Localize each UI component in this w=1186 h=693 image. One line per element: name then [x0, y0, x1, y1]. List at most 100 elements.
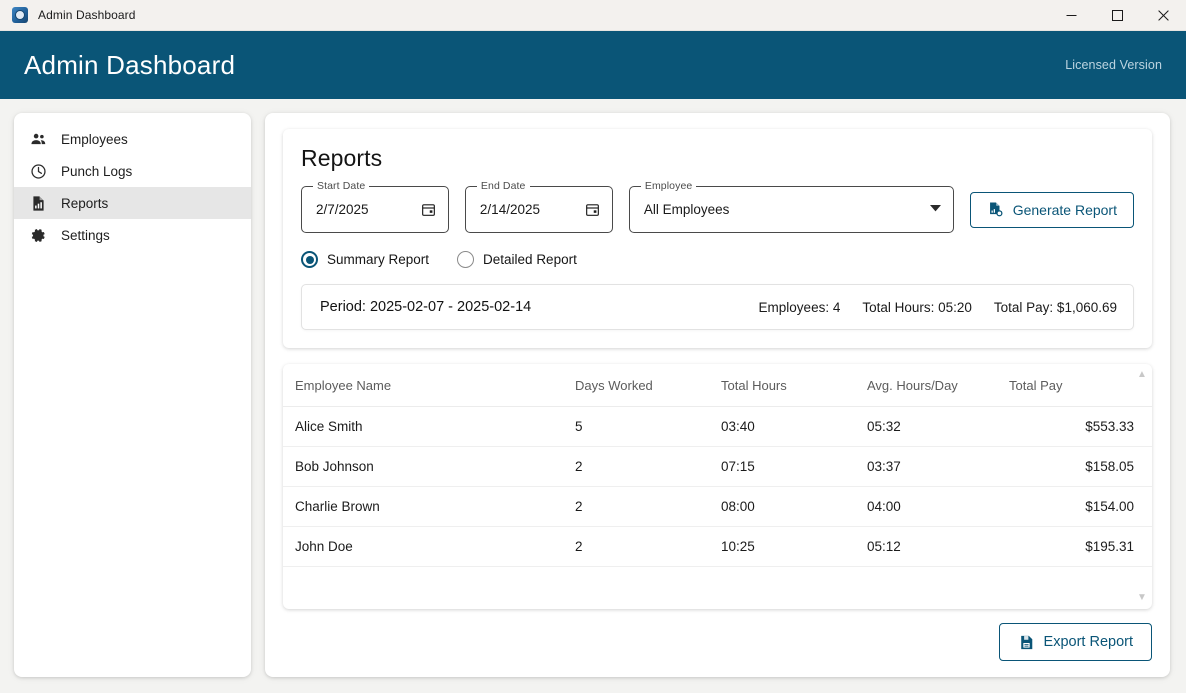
report-table: Employee Name Days Worked Total Hours Av…	[283, 364, 1152, 567]
radio-detailed-label: Detailed Report	[483, 252, 577, 267]
column-header-total-hours[interactable]: Total Hours	[721, 364, 867, 407]
cell-days-worked: 2	[575, 487, 721, 527]
summary-stats: Employees: 4 Total Hours: 05:20 Total Pa…	[759, 300, 1117, 315]
table-scrollbar[interactable]: ▲ ▼	[1135, 370, 1149, 603]
license-status: Licensed Version	[1065, 58, 1162, 72]
sidebar-item-employees[interactable]: Employees	[14, 123, 251, 155]
start-date-value: 2/7/2025	[316, 202, 421, 217]
generate-report-label: Generate Report	[1013, 202, 1117, 218]
column-header-avg-hours[interactable]: Avg. Hours/Day	[867, 364, 1009, 407]
summary-total-hours: Total Hours: 05:20	[862, 300, 972, 315]
main-content: Reports Start Date 2/7/2025	[265, 113, 1170, 677]
close-button[interactable]	[1140, 0, 1186, 31]
sidebar-item-settings[interactable]: Settings	[14, 219, 251, 251]
maximize-button[interactable]	[1094, 0, 1140, 31]
cell-total-hours: 08:00	[721, 487, 867, 527]
radio-detailed-report[interactable]: Detailed Report	[457, 251, 577, 268]
cell-employee-name: Alice Smith	[283, 407, 575, 447]
close-icon	[1158, 10, 1169, 21]
sidebar-item-label: Employees	[61, 132, 128, 147]
cell-total-pay: $553.33	[1009, 407, 1152, 447]
report-icon	[30, 195, 47, 212]
sidebar-item-reports[interactable]: Reports	[14, 187, 251, 219]
table-row[interactable]: Bob Johnson 2 07:15 03:37 $158.05	[283, 447, 1152, 487]
cell-avg-hours: 03:37	[867, 447, 1009, 487]
sidebar-item-label: Reports	[61, 196, 108, 211]
report-table-panel: Employee Name Days Worked Total Hours Av…	[283, 364, 1152, 609]
radio-indicator	[457, 251, 474, 268]
table-header-row: Employee Name Days Worked Total Hours Av…	[283, 364, 1152, 407]
filter-row: Start Date 2/7/2025 End Date 2/14/	[301, 186, 1134, 233]
page-title: Reports	[301, 145, 1134, 172]
cell-employee-name: John Doe	[283, 527, 575, 567]
export-report-button[interactable]: Export Report	[999, 623, 1152, 661]
start-date-label: Start Date	[313, 180, 369, 192]
sidebar-item-label: Punch Logs	[61, 164, 132, 179]
generate-report-icon	[987, 201, 1004, 218]
end-date-value: 2/14/2025	[480, 202, 585, 217]
clock-icon	[30, 163, 47, 180]
table-row[interactable]: Alice Smith 5 03:40 05:32 $553.33	[283, 407, 1152, 447]
summary-employees: Employees: 4	[759, 300, 841, 315]
cell-total-hours: 10:25	[721, 527, 867, 567]
scroll-up-icon[interactable]: ▲	[1137, 370, 1147, 380]
app-window: Admin Dashboard Admin Dashboard Licensed…	[0, 0, 1186, 693]
report-type-group: Summary Report Detailed Report	[301, 251, 1134, 268]
header-title: Admin Dashboard	[24, 50, 235, 81]
cell-employee-name: Charlie Brown	[283, 487, 575, 527]
sidebar: Employees Punch Logs	[14, 113, 251, 677]
maximize-icon	[1112, 10, 1123, 21]
reports-panel: Reports Start Date 2/7/2025	[283, 129, 1152, 348]
cell-total-pay: $158.05	[1009, 447, 1152, 487]
window-titlebar: Admin Dashboard	[0, 0, 1186, 31]
sidebar-item-punch-logs[interactable]: Punch Logs	[14, 155, 251, 187]
app-header: Admin Dashboard Licensed Version	[0, 31, 1186, 99]
cell-employee-name: Bob Johnson	[283, 447, 575, 487]
cell-days-worked: 5	[575, 407, 721, 447]
window-title: Admin Dashboard	[38, 8, 136, 22]
app-icon	[12, 7, 28, 23]
end-date-field[interactable]: End Date 2/14/2025	[465, 186, 613, 233]
gear-icon	[30, 227, 47, 244]
summary-strip: Period: 2025-02-07 - 2025-02-14 Employee…	[301, 284, 1134, 330]
minimize-icon	[1066, 10, 1077, 21]
table-row[interactable]: Charlie Brown 2 08:00 04:00 $154.00	[283, 487, 1152, 527]
export-report-label: Export Report	[1044, 634, 1133, 650]
employee-select-value: All Employees	[644, 202, 930, 217]
table-body: Alice Smith 5 03:40 05:32 $553.33 Bob Jo…	[283, 407, 1152, 567]
minimize-button[interactable]	[1048, 0, 1094, 31]
cell-avg-hours: 05:12	[867, 527, 1009, 567]
column-header-total-pay[interactable]: Total Pay	[1009, 364, 1152, 407]
table-row[interactable]: John Doe 2 10:25 05:12 $195.31	[283, 527, 1152, 567]
cell-total-hours: 07:15	[721, 447, 867, 487]
end-date-label: End Date	[477, 180, 530, 192]
employee-select[interactable]: Employee All Employees	[629, 186, 954, 233]
chevron-down-icon[interactable]	[930, 205, 941, 214]
generate-report-button[interactable]: Generate Report	[970, 192, 1134, 228]
scroll-down-icon[interactable]: ▼	[1137, 593, 1147, 603]
cell-total-pay: $154.00	[1009, 487, 1152, 527]
calendar-icon[interactable]	[421, 202, 436, 217]
cell-avg-hours: 05:32	[867, 407, 1009, 447]
cell-days-worked: 2	[575, 527, 721, 567]
cell-avg-hours: 04:00	[867, 487, 1009, 527]
table-header: Employee Name Days Worked Total Hours Av…	[283, 364, 1152, 407]
calendar-icon[interactable]	[585, 202, 600, 217]
radio-indicator	[301, 251, 318, 268]
cell-total-pay: $195.31	[1009, 527, 1152, 567]
summary-period: Period: 2025-02-07 - 2025-02-14	[320, 299, 531, 315]
column-header-employee-name[interactable]: Employee Name	[283, 364, 575, 407]
export-report-icon	[1018, 634, 1035, 651]
summary-total-pay: Total Pay: $1,060.69	[994, 300, 1117, 315]
radio-summary-label: Summary Report	[327, 252, 429, 267]
radio-summary-report[interactable]: Summary Report	[301, 251, 429, 268]
app-body: Employees Punch Logs	[0, 99, 1186, 693]
sidebar-item-label: Settings	[61, 228, 110, 243]
cell-total-hours: 03:40	[721, 407, 867, 447]
column-header-days-worked[interactable]: Days Worked	[575, 364, 721, 407]
employee-select-label: Employee	[641, 180, 697, 192]
cell-days-worked: 2	[575, 447, 721, 487]
start-date-field[interactable]: Start Date 2/7/2025	[301, 186, 449, 233]
table-footer: Export Report	[283, 623, 1152, 661]
people-icon	[30, 131, 47, 148]
